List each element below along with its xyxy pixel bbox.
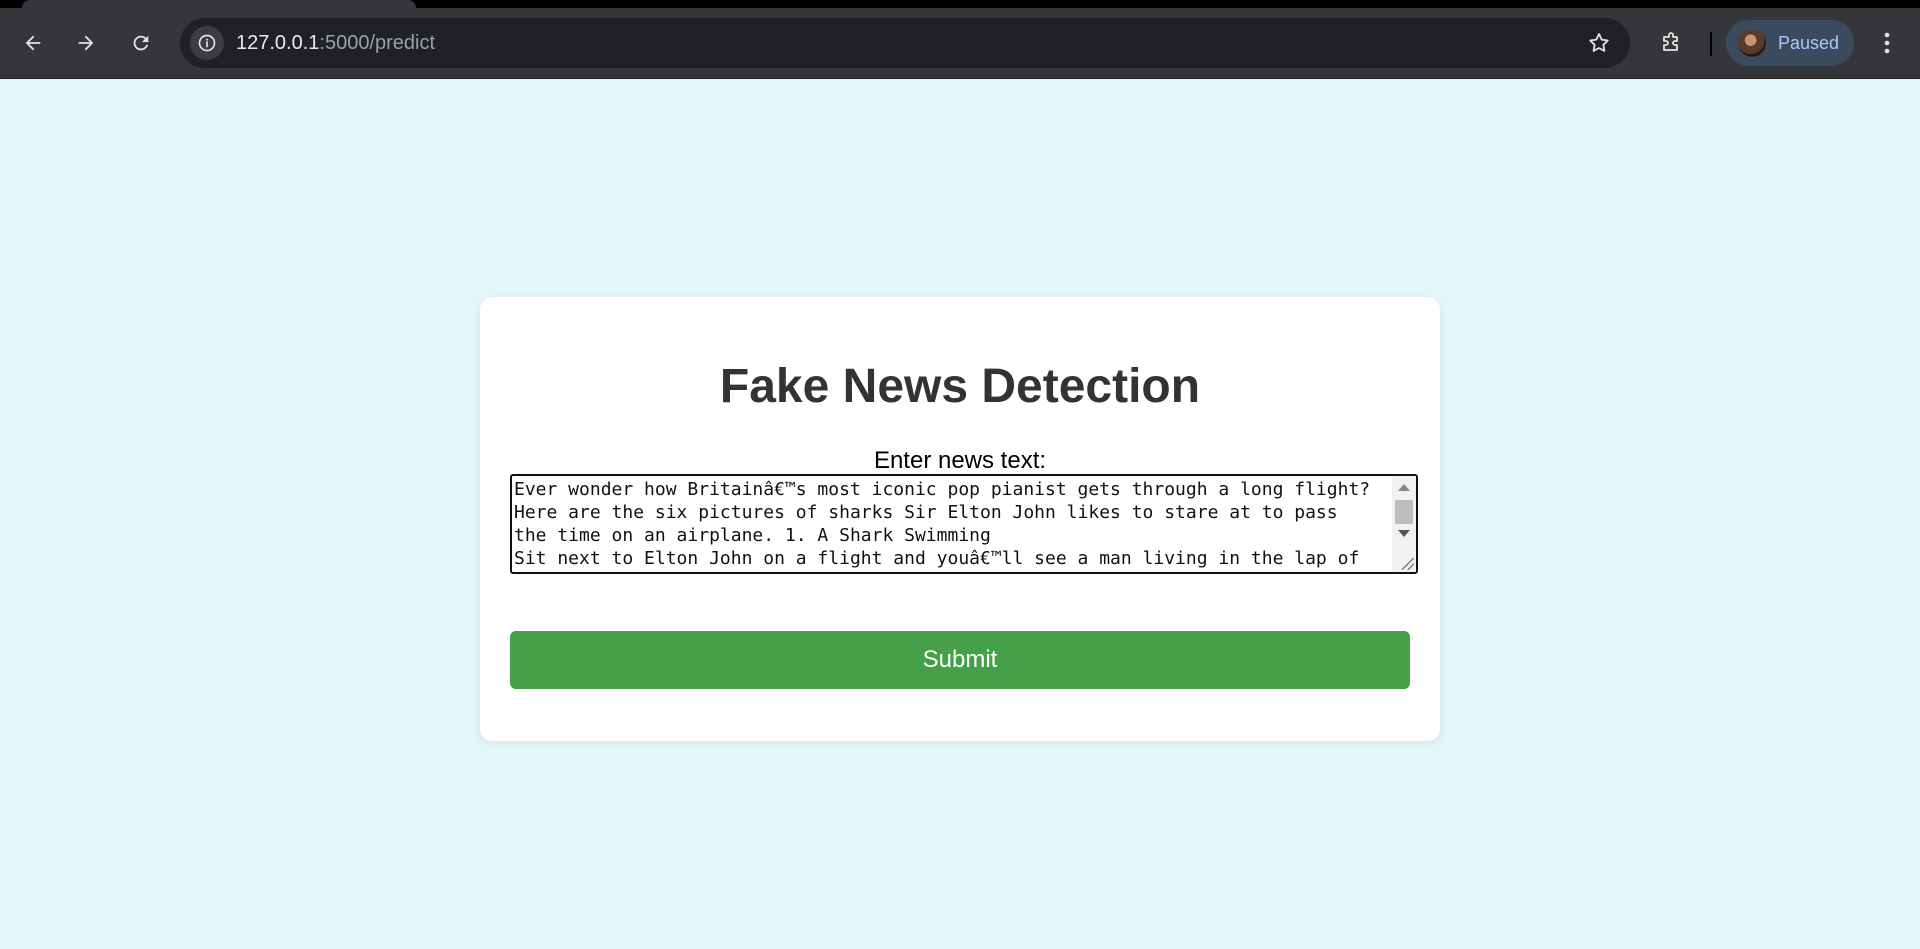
browser-toolbar: 127.0.0.1:5000/predict Paused xyxy=(0,8,1920,79)
active-tab-edge[interactable] xyxy=(22,0,416,8)
text-line: Here are the six pictures of sharks Sir … xyxy=(514,502,1338,523)
toolbar-separator xyxy=(1710,32,1712,56)
back-icon[interactable] xyxy=(18,28,48,58)
url-host: 127.0.0.1 xyxy=(236,32,320,54)
text-line: the time on an airplane. 1. A Shark Swim… xyxy=(514,525,991,546)
resize-handle-icon[interactable] xyxy=(1402,558,1414,570)
site-info-icon[interactable] xyxy=(190,26,224,60)
text-line: Sit next to Elton John on a flight and y… xyxy=(514,548,1360,569)
scrollbar-thumb[interactable] xyxy=(1395,500,1413,524)
forward-icon[interactable] xyxy=(71,28,101,58)
bookmark-star-icon[interactable] xyxy=(1586,30,1612,56)
profile-status: Paused xyxy=(1778,32,1840,53)
extensions-puzzle-icon[interactable] xyxy=(1656,28,1686,58)
profile-button[interactable]: Paused xyxy=(1726,20,1854,66)
scroll-up-arrow-icon[interactable] xyxy=(1398,484,1410,491)
page-title: Fake News Detection xyxy=(719,360,1201,413)
address-bar[interactable]: 127.0.0.1:5000/predict xyxy=(180,18,1630,68)
submit-button[interactable]: Submit xyxy=(510,631,1410,689)
url-text[interactable]: 127.0.0.1:5000/predict xyxy=(236,32,435,55)
news-text-label: Enter news text: xyxy=(873,447,1047,474)
kebab-menu-icon[interactable] xyxy=(1872,28,1902,58)
news-text-input[interactable]: Ever wonder how Britainâ€™s most iconic … xyxy=(510,474,1418,574)
scroll-down-arrow-icon[interactable] xyxy=(1398,530,1410,537)
text-line: Ever wonder how Britainâ€™s most iconic … xyxy=(514,479,1371,500)
detection-card: Fake News Detection Enter news text: Eve… xyxy=(480,297,1440,741)
url-path: :5000/predict xyxy=(319,32,436,54)
reload-icon[interactable] xyxy=(126,28,156,58)
news-text-content[interactable]: Ever wonder how Britainâ€™s most iconic … xyxy=(514,478,1388,572)
avatar xyxy=(1738,29,1766,57)
